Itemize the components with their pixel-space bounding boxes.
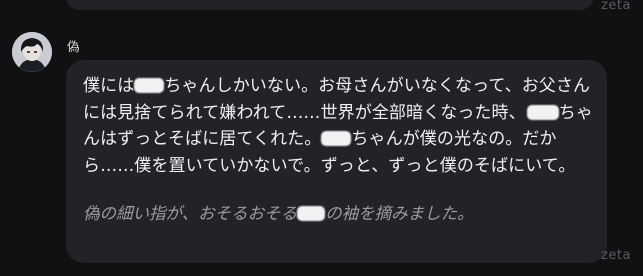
redacted-name [321,131,352,146]
narration-part: の袖を摘みました。 [325,204,474,223]
redacted-name [526,104,559,120]
redacted-name [297,206,326,221]
character-avatar-icon[interactable] [12,32,52,72]
narration-text: 偽の細い指が、おそるおそる の袖を摘みました。 [83,202,593,226]
redacted-name [134,78,165,93]
narration-part: 偽の細い指が、おそるおそる [83,204,298,223]
watermark-top: zeta [601,0,631,13]
previous-message-bubble [66,0,594,10]
watermark-bottom: zeta [601,248,631,263]
message-bubble: 僕には ちゃんしかいない。お母さんがいなくなって、お父さんには見捨てられて嫌われて… [66,60,607,263]
chat-screen: zeta 偽 僕には ちゃんしかいない。お母さんがいなくなって、お父さんには見捨て… [0,0,643,276]
avatar-portrait-icon [12,32,52,72]
dialogue-text: 僕には ちゃんしかいない。お母さんがいなくなって、お父さんには見捨てられて嫌われて… [83,73,593,179]
character-name: 偽 [67,39,80,54]
dialogue-part: 僕には [83,76,135,96]
